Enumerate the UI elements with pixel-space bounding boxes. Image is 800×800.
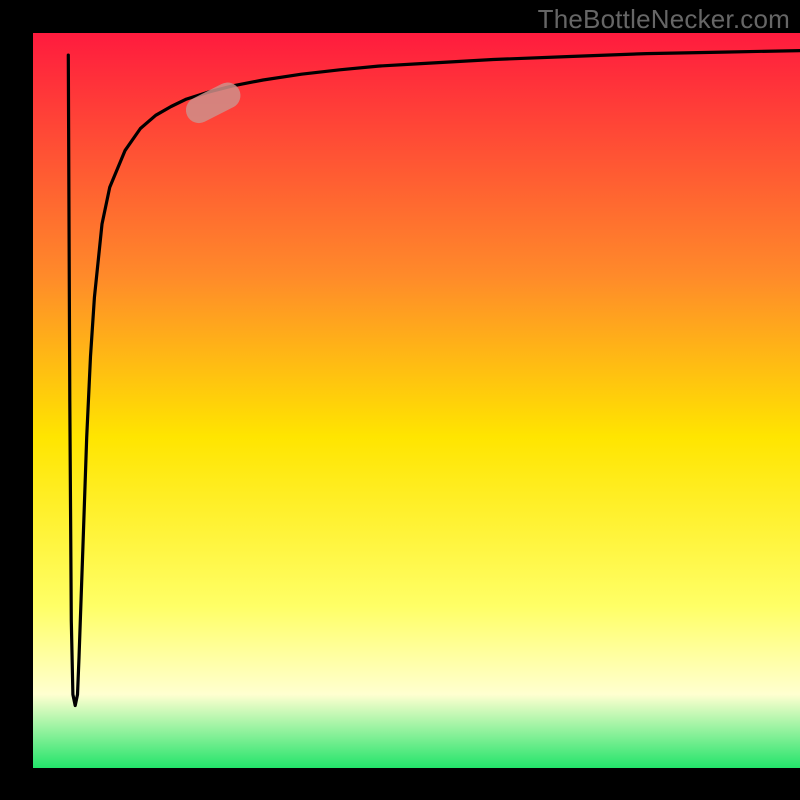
plot-gradient-background [33,33,800,768]
watermark-text: TheBottleNecker.com [538,4,790,35]
bottleneck-chart [0,0,800,800]
